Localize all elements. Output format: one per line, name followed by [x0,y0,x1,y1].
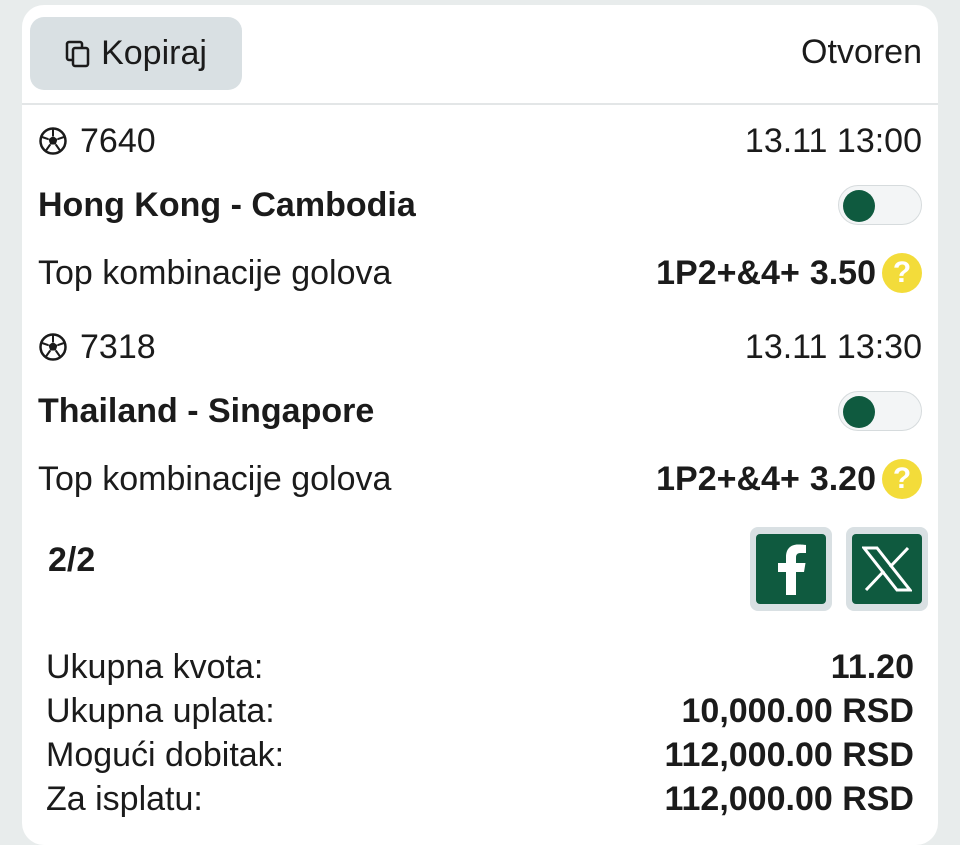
match-odds: 3.20 [809,459,876,498]
match-pick: 1P2+&4+ [656,459,800,498]
copy-icon [65,40,90,67]
share-facebook-button[interactable] [750,527,832,611]
total-label: Ukupna uplata: [46,691,275,730]
total-label: Ukupna kvota: [46,647,264,686]
match-teams-row: Thailand - Singapore [38,389,922,433]
header-divider [22,103,938,105]
match-datetime: 13.11 13:00 [744,121,922,160]
share-x-button[interactable] [846,527,928,611]
ticket-status: Otvoren [801,33,922,71]
ticket-header: Kopiraj Otvoren [22,5,938,103]
match-item: 7318 13.11 13:30 Thailand - Singapore To… [22,315,938,521]
match-teams-row: Hong Kong - Cambodia [38,183,922,227]
match-teams: Thailand - Singapore [38,391,375,430]
match-toggle[interactable] [838,185,922,225]
copy-button[interactable]: Kopiraj [30,17,242,90]
match-pick-row: Top kombinacije golova 1P2+&4+ 3.50 ? [38,251,922,295]
match-odds: 3.50 [809,253,876,292]
match-code: 7640 [80,121,156,160]
copy-button-label: Kopiraj [101,34,207,72]
total-row-stake: Ukupna uplata: 10,000.00 RSD [46,689,914,733]
total-row-payout: Za isplatu: 112,000.00 RSD [46,777,914,821]
soccer-ball-icon [39,127,67,155]
soccer-ball-icon [39,333,67,361]
match-count: 2/2 [48,541,96,579]
match-code-row: 7318 13.11 13:30 [38,327,922,367]
total-label: Mogući dobitak: [46,735,285,774]
match-pick: 1P2+&4+ [656,253,800,292]
match-code-row: 7640 13.11 13:00 [38,121,922,161]
match-code: 7318 [80,327,156,366]
match-toggle[interactable] [838,391,922,431]
toggle-knob [843,396,875,428]
help-icon[interactable]: ? [882,459,922,499]
total-row-odds: Ukupna kvota: 11.20 [46,645,914,689]
help-icon[interactable]: ? [882,253,922,293]
x-icon [862,546,912,592]
match-pick-row: Top kombinacije golova 1P2+&4+ 3.20 ? [38,457,922,501]
total-label: Za isplatu: [46,779,203,818]
total-value: 10,000.00 RSD [681,691,915,730]
match-market: Top kombinacije golova [38,459,392,498]
match-datetime: 13.11 13:30 [744,327,922,366]
totals-section: Ukupna kvota: 11.20 Ukupna uplata: 10,00… [46,645,914,821]
total-value: 112,000.00 RSD [664,735,914,774]
match-teams: Hong Kong - Cambodia [38,185,416,224]
facebook-icon [778,544,806,595]
match-item: 7640 13.11 13:00 Hong Kong - Cambodia To… [22,109,938,315]
total-row-possible-win: Mogući dobitak: 112,000.00 RSD [46,733,914,777]
ticket-card: Kopiraj Otvoren 7640 13.11 13:00 Hong Ko… [22,5,938,845]
total-value: 11.20 [830,647,914,686]
match-market: Top kombinacije golova [38,253,392,292]
total-value: 112,000.00 RSD [664,779,914,818]
toggle-knob [843,190,875,222]
